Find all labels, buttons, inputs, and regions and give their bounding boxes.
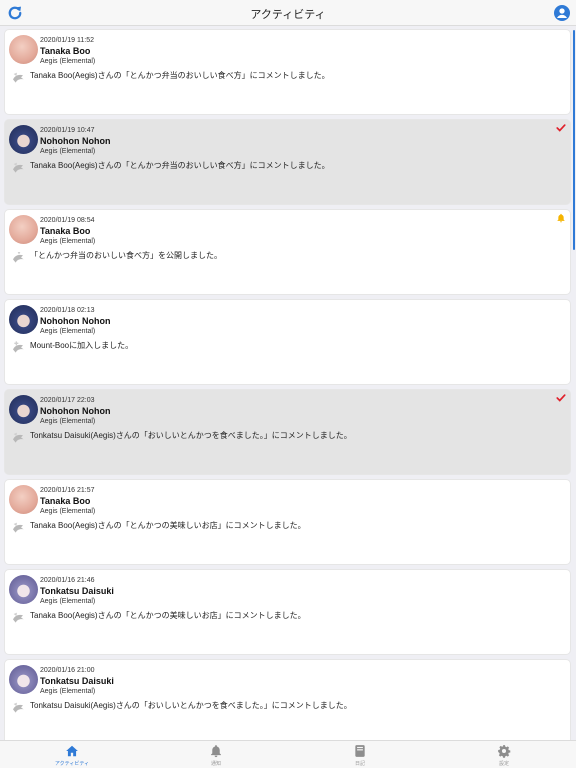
world-name: Aegis (Elemental)	[40, 238, 96, 245]
tab-notifications[interactable]: 通知	[176, 744, 256, 767]
avatar[interactable]	[9, 485, 38, 514]
activity-message: Tanaka Boo(Aegis)さんの「とんかつの美味しいお店」にコメントしま…	[30, 521, 306, 530]
tab-activity-label: アクティビティ	[54, 761, 90, 767]
tab-activity[interactable]: アクティビティ	[32, 744, 112, 767]
join-icon	[13, 341, 24, 353]
avatar[interactable]	[9, 35, 38, 64]
user-name[interactable]: Nohohon Nohon	[40, 406, 110, 416]
avatar[interactable]	[9, 395, 38, 424]
user-name[interactable]: Nohohon Nohon	[40, 316, 110, 326]
timestamp: 2020/01/16 21:57	[40, 487, 95, 494]
comment-icon	[13, 432, 24, 443]
timestamp: 2020/01/19 10:47	[40, 127, 95, 134]
scrollbar[interactable]	[573, 30, 575, 250]
page-title: アクティビティ	[250, 9, 326, 21]
tab-bar: アクティビティ 通知 日記 設定	[0, 740, 576, 768]
user-name[interactable]: Tanaka Boo	[40, 46, 90, 56]
book-icon	[355, 745, 365, 757]
timestamp: 2020/01/17 22:03	[40, 397, 95, 404]
bell-icon	[557, 213, 565, 223]
activity-list[interactable]: 2020/01/19 11:52 Tanaka Boo Aegis (Element…	[0, 26, 576, 740]
world-name: Aegis (Elemental)	[40, 148, 96, 155]
avatar[interactable]	[9, 305, 38, 334]
activity-card[interactable]: 2020/01/19 10:47 Nohohon Nohon Aegis (Elem…	[5, 120, 570, 204]
user-name[interactable]: Nohohon Nohon	[40, 136, 110, 146]
avatar[interactable]	[9, 575, 38, 604]
timestamp: 2020/01/19 08:54	[40, 217, 95, 224]
comment-icon	[13, 522, 24, 533]
avatar[interactable]	[9, 215, 38, 244]
world-name: Aegis (Elemental)	[40, 58, 96, 65]
world-name: Aegis (Elemental)	[40, 598, 96, 605]
tab-diary-label: 日記	[354, 761, 365, 767]
comment-icon	[13, 72, 24, 83]
gear-icon	[498, 745, 511, 758]
activity-card[interactable]: 2020/01/16 21:00 Tonkatsu Daisuki Aegis (E…	[5, 660, 570, 740]
world-name: Aegis (Elemental)	[40, 418, 96, 425]
activity-message: Mount-Booに加入しました。	[30, 341, 134, 350]
publish-icon	[13, 252, 24, 263]
comment-icon	[13, 162, 24, 173]
activity-message: Tanaka Boo(Aegis)さんの「とんかつの美味しいお店」にコメントしま…	[30, 611, 306, 620]
activity-card[interactable]: 2020/01/19 11:52 Tanaka Boo Aegis (Element…	[5, 30, 570, 114]
avatar[interactable]	[9, 125, 38, 154]
world-name: Aegis (Elemental)	[40, 508, 96, 515]
bell-icon	[211, 745, 221, 758]
activity-message: Tanaka Boo(Aegis)さんの「とんかつ弁当のおいしい食べ方」にコメン…	[30, 71, 330, 80]
activity-card[interactable]: 2020/01/16 21:46 Tonkatsu Daisuki Aegis (E…	[5, 570, 570, 654]
top-bar: アクティビティ	[0, 0, 576, 26]
check-icon	[556, 394, 566, 402]
activity-message: 「とんかつ弁当のおいしい食べ方」を公開しました。	[30, 251, 222, 260]
activity-message: Tonkatsu Daisuki(Aegis)さんの「おいしいとんかつを食べまし…	[30, 701, 352, 710]
activity-message: Tonkatsu Daisuki(Aegis)さんの「おいしいとんかつを食べまし…	[30, 431, 352, 440]
activity-card[interactable]: 2020/01/17 22:03 Nohohon Nohon Aegis (Elem…	[5, 390, 570, 474]
world-name: Aegis (Elemental)	[40, 328, 96, 335]
check-icon	[556, 124, 566, 132]
tab-settings-label: 設定	[498, 761, 509, 767]
user-account-icon[interactable]	[554, 5, 570, 21]
user-name[interactable]: Tonkatsu Daisuki	[40, 586, 114, 596]
user-name[interactable]: Tanaka Boo	[40, 496, 90, 506]
comment-icon	[13, 702, 24, 713]
activity-card[interactable]: 2020/01/19 08:54 Tanaka Boo Aegis (Element…	[5, 210, 570, 294]
timestamp: 2020/01/16 21:46	[40, 577, 95, 584]
comment-icon	[13, 612, 24, 623]
timestamp: 2020/01/19 11:52	[40, 37, 94, 44]
timestamp: 2020/01/16 21:00	[40, 667, 95, 674]
activity-card[interactable]: 2020/01/18 02:13 Nohohon Nohon Aegis (Elem…	[5, 300, 570, 384]
user-name[interactable]: Tanaka Boo	[40, 226, 90, 236]
timestamp: 2020/01/18 02:13	[40, 307, 95, 314]
home-icon	[66, 745, 78, 757]
world-name: Aegis (Elemental)	[40, 688, 96, 695]
avatar[interactable]	[9, 665, 38, 694]
user-name[interactable]: Tonkatsu Daisuki	[40, 676, 114, 686]
activity-card[interactable]: 2020/01/16 21:57 Tanaka Boo Aegis (Element…	[5, 480, 570, 564]
activity-message: Tanaka Boo(Aegis)さんの「とんかつ弁当のおいしい食べ方」にコメン…	[30, 161, 330, 170]
tab-notifications-label: 通知	[210, 761, 221, 767]
tab-diary[interactable]: 日記	[320, 744, 400, 767]
tab-settings[interactable]: 設定	[464, 744, 544, 767]
